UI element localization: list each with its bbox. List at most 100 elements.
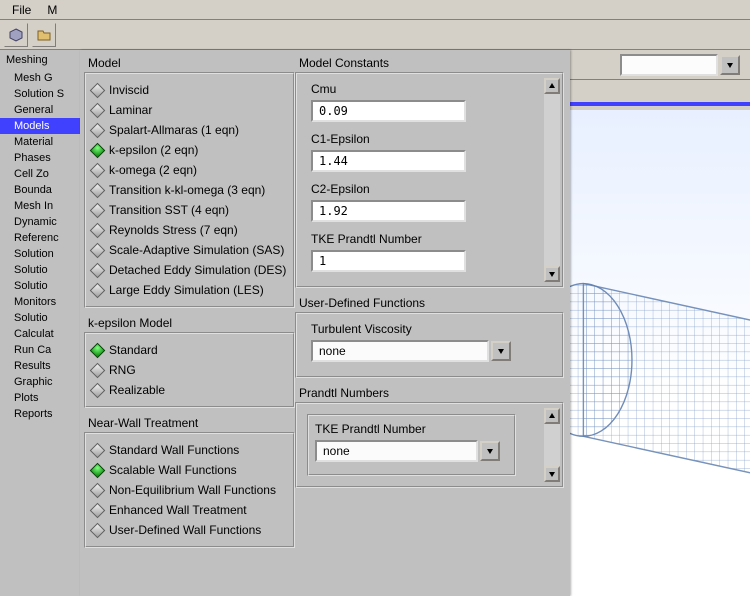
viewport-dropdown[interactable] (620, 54, 740, 76)
ke-model-group: Standard RNG Realizable (84, 332, 295, 408)
scroll-up-icon[interactable] (544, 78, 560, 94)
tree-item[interactable]: Graphic (0, 374, 80, 390)
near-wall-option[interactable]: User-Defined Wall Functions (90, 520, 289, 540)
model-option[interactable]: Inviscid (90, 80, 289, 100)
model-option[interactable]: Transition k-kl-omega (3 eqn) (90, 180, 289, 200)
radio-diamond-icon (90, 462, 106, 478)
tree-item[interactable]: Phases (0, 150, 80, 166)
udf-group-label: User-Defined Functions (295, 294, 564, 312)
tree-item[interactable]: Solutio (0, 310, 80, 326)
tree-item[interactable]: Plots (0, 390, 80, 406)
radio-diamond-icon (90, 222, 106, 238)
dropdown-arrow-icon[interactable] (480, 441, 500, 461)
tree-item[interactable]: Solution (0, 246, 80, 262)
tree-item[interactable]: Calculat (0, 326, 80, 342)
graphics-viewport[interactable] (570, 50, 750, 596)
model-option-label: k-omega (2 eqn) (109, 163, 197, 177)
tree-item[interactable]: Material (0, 134, 80, 150)
model-option[interactable]: Spalart-Allmaras (1 eqn) (90, 120, 289, 140)
model-option-label: Reynolds Stress (7 eqn) (109, 223, 238, 237)
radio-diamond-icon (90, 262, 106, 278)
model-option[interactable]: Reynolds Stress (7 eqn) (90, 220, 289, 240)
viscous-model-dialog: Model Inviscid Laminar Spalart-Allmaras (1… (80, 50, 570, 596)
model-option[interactable]: Detached Eddy Simulation (DES) (90, 260, 289, 280)
radio-diamond-icon (90, 382, 106, 398)
tree-item[interactable]: Monitors (0, 294, 80, 310)
scroll-down-icon[interactable] (544, 266, 560, 282)
scroll-track[interactable] (544, 424, 560, 466)
scroll-up-icon[interactable] (544, 408, 560, 424)
dropdown-arrow-icon[interactable] (491, 341, 511, 361)
near-wall-option-label: Standard Wall Functions (109, 443, 239, 457)
tree-item[interactable]: Reports (0, 406, 80, 422)
radio-diamond-icon (90, 502, 106, 518)
near-wall-option[interactable]: Non-Equilibrium Wall Functions (90, 480, 289, 500)
model-option[interactable]: Laminar (90, 100, 289, 120)
model-option[interactable]: Large Eddy Simulation (LES) (90, 280, 289, 300)
c2e-input[interactable] (311, 200, 466, 222)
ke-model-option[interactable]: RNG (90, 360, 289, 380)
ke-model-option[interactable]: Standard (90, 340, 289, 360)
c2e-label: C2-Epsilon (301, 180, 540, 198)
tree-item[interactable]: Dynamic (0, 214, 80, 230)
tree-item[interactable]: Models (0, 118, 80, 134)
tree-item[interactable]: Solution S (0, 86, 80, 102)
tree-item[interactable]: Run Ca (0, 342, 80, 358)
model-option[interactable]: Scale-Adaptive Simulation (SAS) (90, 240, 289, 260)
tree-item[interactable]: Solutio (0, 262, 80, 278)
menu-m[interactable]: M (39, 2, 65, 17)
scroll-down-icon[interactable] (544, 466, 560, 482)
model-option-label: Spalart-Allmaras (1 eqn) (109, 123, 239, 137)
prandtl-scrollbar[interactable] (544, 408, 560, 482)
ke-model-option-label: Standard (109, 343, 158, 357)
radio-diamond-icon (90, 342, 106, 358)
mesh-canvas[interactable] (570, 110, 750, 596)
model-group-label: Model (84, 54, 295, 72)
near-wall-option[interactable]: Enhanced Wall Treatment (90, 500, 289, 520)
cmu-input[interactable] (311, 100, 466, 122)
tke-prandtl-dropdown[interactable]: none (315, 440, 500, 462)
model-option-label: Laminar (109, 103, 152, 117)
tke-prandtl-value: none (315, 440, 478, 462)
near-wall-option[interactable]: Standard Wall Functions (90, 440, 289, 460)
radio-diamond-icon (90, 282, 106, 298)
tree-item[interactable]: Referenc (0, 230, 80, 246)
radio-diamond-icon (90, 362, 106, 378)
radio-diamond-icon (90, 82, 106, 98)
tree-item[interactable]: Results (0, 358, 80, 374)
constants-scrollbar[interactable] (544, 78, 560, 282)
model-option-label: Scale-Adaptive Simulation (SAS) (109, 243, 284, 257)
menu-file[interactable]: File (4, 2, 39, 17)
near-wall-option[interactable]: Scalable Wall Functions (90, 460, 289, 480)
constants-group: Cmu C1-Epsilon C2-Epsilon TKE Prandtl Nu… (295, 72, 564, 288)
near-wall-option-label: Enhanced Wall Treatment (109, 503, 247, 517)
udf-group: Turbulent Viscosity none (295, 312, 564, 378)
model-option-label: Inviscid (109, 83, 149, 97)
tree-item[interactable]: Mesh G (0, 70, 80, 86)
menu-bar: File M (0, 0, 750, 20)
tree-panel: Meshing Mesh GSolution SGeneralModelsMat… (0, 50, 80, 596)
tree-item[interactable]: Solutio (0, 278, 80, 294)
cmu-label: Cmu (301, 80, 540, 98)
c1e-input[interactable] (311, 150, 466, 172)
turb-visc-dropdown[interactable]: none (311, 340, 511, 362)
model-option[interactable]: k-epsilon (2 eqn) (90, 140, 289, 160)
model-option[interactable]: Transition SST (4 eqn) (90, 200, 289, 220)
tool-cube-icon[interactable] (4, 23, 28, 47)
near-wall-option-label: Non-Equilibrium Wall Functions (109, 483, 276, 497)
tree-item[interactable]: Cell Zo (0, 166, 80, 182)
radio-diamond-icon (90, 482, 106, 498)
tree-item[interactable]: Mesh In (0, 198, 80, 214)
model-option[interactable]: k-omega (2 eqn) (90, 160, 289, 180)
tke-prandtl-inner: TKE Prandtl Number none (307, 414, 516, 476)
scroll-track[interactable] (544, 94, 560, 266)
tke-input[interactable] (311, 250, 466, 272)
dropdown-arrow-icon[interactable] (720, 55, 740, 75)
ke-model-option-label: Realizable (109, 383, 165, 397)
ke-model-option[interactable]: Realizable (90, 380, 289, 400)
tree-header: Meshing (0, 50, 80, 70)
tree-item[interactable]: Bounda (0, 182, 80, 198)
tree-item[interactable]: General (0, 102, 80, 118)
radio-diamond-icon (90, 162, 106, 178)
tool-open-icon[interactable] (32, 23, 56, 47)
